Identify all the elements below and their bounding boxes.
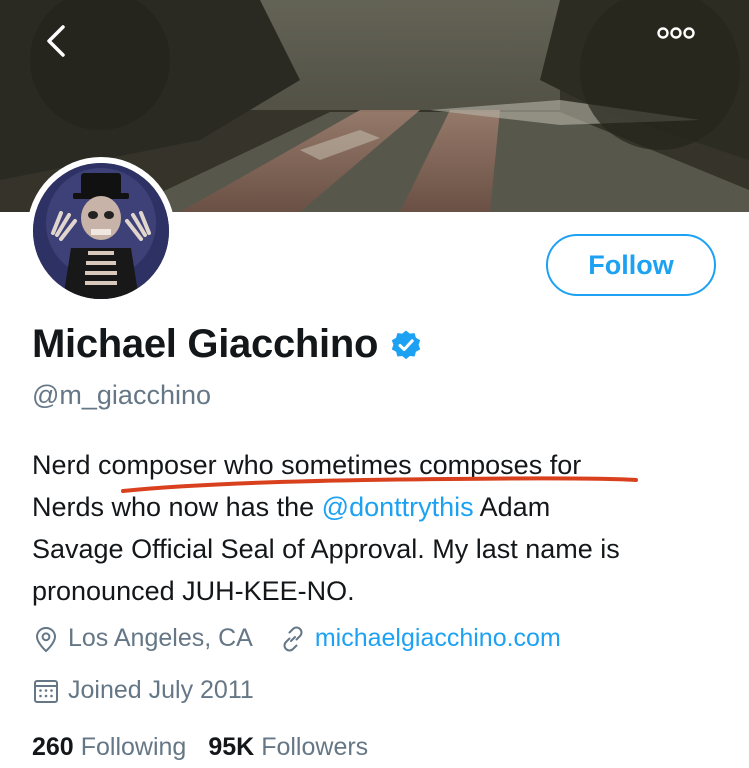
calendar-icon [34, 679, 58, 703]
username-handle: @m_giacchino [32, 380, 211, 410]
display-name: Michael Giacchino [32, 322, 379, 366]
name-row: Michael Giacchino [32, 322, 422, 367]
website-link[interactable]: michaelgiacchino.com [315, 624, 561, 653]
followers-count: 95K [208, 733, 255, 761]
more-horizontal-icon [657, 27, 695, 39]
following-count: 260 [32, 733, 74, 761]
back-button[interactable] [44, 24, 84, 64]
avatar-image [33, 163, 169, 299]
location-pin-icon [35, 626, 57, 652]
joined-row: Joined July 2011 [32, 676, 254, 705]
more-options-button[interactable] [656, 26, 714, 64]
verified-badge-icon [391, 330, 421, 359]
link-icon [283, 626, 303, 651]
following-label: Following [80, 733, 187, 761]
bio-line-4: pronounced JUH-KEE-NO. [32, 576, 355, 606]
chevron-left-icon [47, 25, 65, 57]
profile-avatar[interactable] [27, 157, 175, 305]
followers-label: Followers [261, 733, 369, 761]
location-text: Los Angeles, CA [68, 624, 253, 652]
bio-line-3: Savage Official Seal of Approval. My las… [32, 534, 620, 564]
red-underline-annotation [121, 476, 638, 493]
followers-stat[interactable]: 95K Followers [208, 733, 368, 762]
follow-stats: 260 Following 95K Followers [32, 733, 390, 762]
follow-button[interactable]: Follow [546, 234, 716, 296]
joined-date: Joined July 2011 [68, 676, 254, 704]
following-stat[interactable]: 260 Following [32, 733, 186, 762]
location-website-row: Los Angeles, CA michaelgiacchino.com [32, 624, 561, 653]
